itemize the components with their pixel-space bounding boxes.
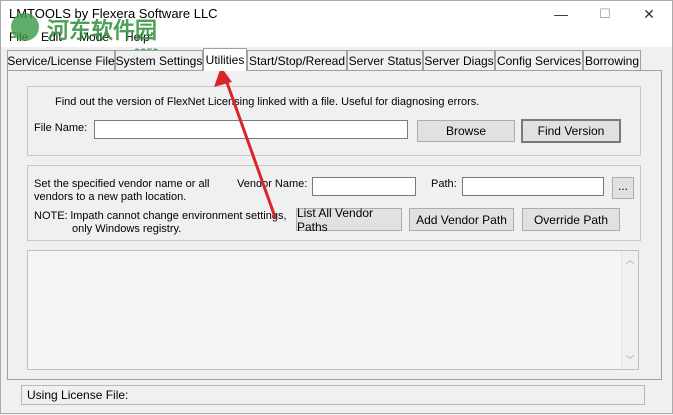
annotation-arrow-line <box>223 75 277 219</box>
annotation-arrow <box>214 67 277 219</box>
app-window: LMTOOLS by Flexera Software LLC — ☐ ✕ Fi… <box>0 0 673 414</box>
tab-utilities[interactable]: Utilities <box>203 48 247 71</box>
